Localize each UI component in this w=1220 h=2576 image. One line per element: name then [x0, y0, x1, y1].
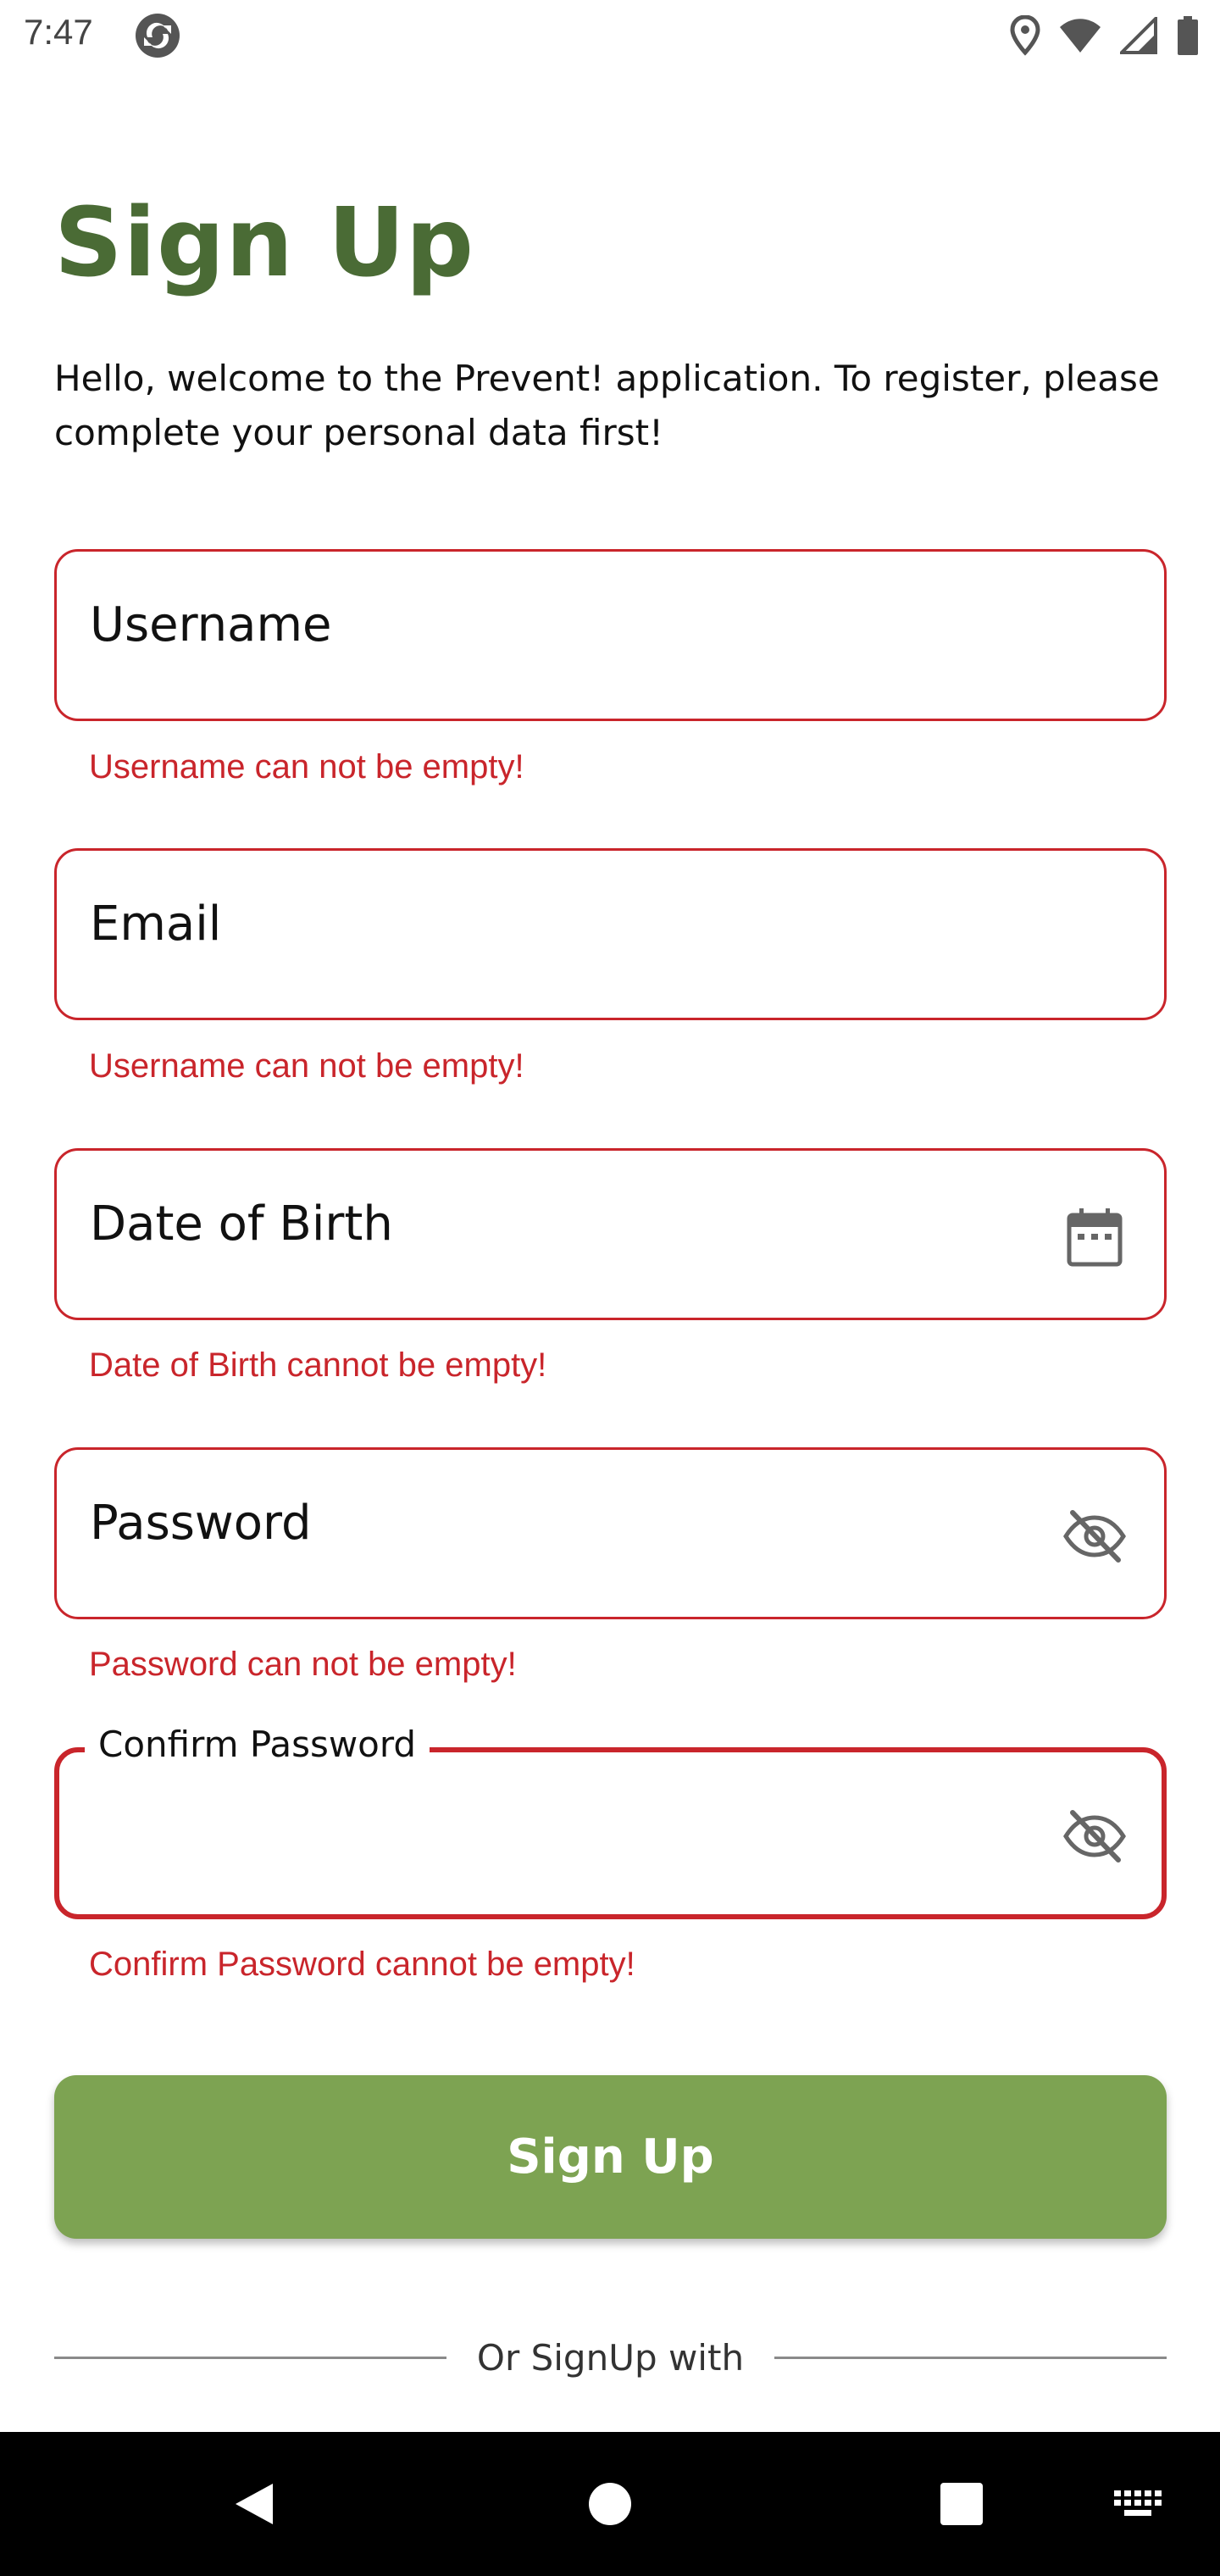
divider-line-right	[774, 2356, 1167, 2359]
confirm-password-label: Confirm Password	[85, 1724, 430, 1765]
calendar-icon[interactable]	[1061, 1203, 1128, 1271]
password-error: Password can not be empty!	[89, 1646, 517, 1683]
username-label: Username	[90, 597, 332, 652]
signup-button[interactable]: Sign Up	[54, 2075, 1167, 2239]
back-icon[interactable]	[216, 2466, 292, 2542]
visibility-off-icon[interactable]	[1061, 1502, 1128, 1570]
signup-button-label: Sign Up	[507, 2129, 714, 2185]
email-label: Email	[90, 897, 222, 952]
password-label: Password	[90, 1496, 312, 1551]
visibility-off-icon[interactable]	[1061, 1802, 1128, 1870]
app-sync-icon	[134, 12, 181, 59]
divider-line-left	[54, 2356, 446, 2359]
username-error: Username can not be empty!	[89, 748, 524, 786]
password-field[interactable]: Password	[54, 1447, 1167, 1619]
dob-error: Date of Birth cannot be empty!	[89, 1346, 547, 1384]
social-divider: Or SignUp with	[54, 2332, 1167, 2383]
confirm-password-error: Confirm Password cannot be empty!	[89, 1946, 635, 1983]
status-icons	[1010, 14, 1200, 58]
home-icon[interactable]	[572, 2466, 648, 2542]
username-field[interactable]: Username	[54, 549, 1167, 721]
page-title: Sign Up	[54, 188, 475, 298]
battery-icon	[1176, 15, 1200, 56]
recents-icon[interactable]	[923, 2466, 1000, 2542]
dob-label: Date of Birth	[90, 1196, 393, 1252]
divider-text: Or SignUp with	[476, 2336, 745, 2379]
email-error: Username can not be empty!	[89, 1047, 524, 1085]
email-field[interactable]: Email	[54, 848, 1167, 1020]
navigation-bar	[0, 2432, 1220, 2576]
page-subtitle: Hello, welcome to the Prevent! applicati…	[54, 358, 1160, 453]
signal-icon	[1120, 17, 1157, 54]
location-icon	[1010, 15, 1040, 56]
wifi-icon	[1059, 17, 1101, 54]
confirm-password-field[interactable]: Confirm Password	[54, 1724, 1167, 1919]
status-time: 7:47	[24, 12, 93, 52]
dob-field[interactable]: Date of Birth	[54, 1148, 1167, 1320]
keyboard-icon[interactable]	[1100, 2466, 1176, 2542]
status-bar: 7:47	[0, 0, 1220, 71]
